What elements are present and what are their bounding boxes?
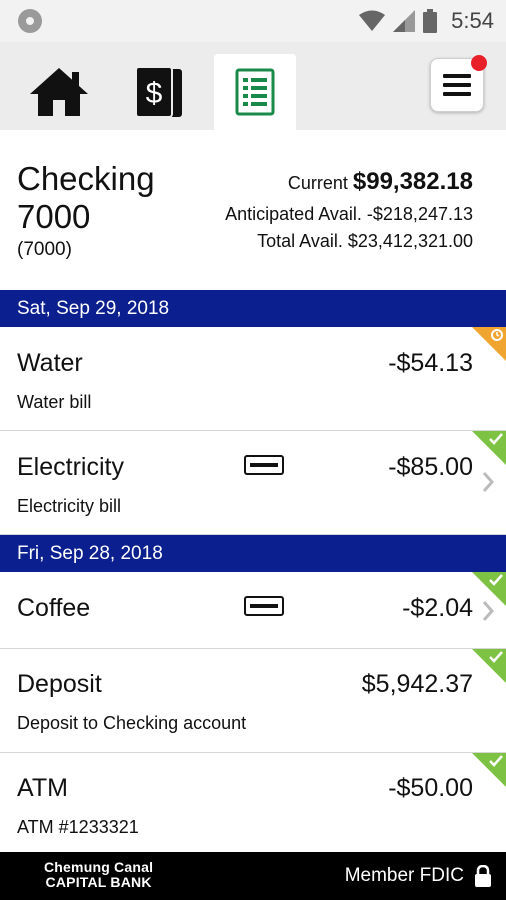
current-balance-value: $99,382.18 — [352, 168, 473, 195]
check-icon — [489, 433, 503, 445]
status-bar: 5:54 — [0, 0, 506, 42]
transaction-amount: -$85.00 — [388, 453, 473, 481]
tab-money[interactable]: $ — [118, 54, 200, 130]
notification-dot-icon — [18, 9, 42, 33]
current-balance: Current $99,382.18 — [288, 168, 473, 196]
bank-name-line1: Chemung Canal — [44, 859, 154, 875]
card-icon — [244, 455, 284, 475]
register-icon — [235, 68, 275, 116]
wifi-icon — [359, 10, 386, 31]
footer: Chemung Canal CAPITAL BANK Member FDIC — [0, 852, 506, 900]
date-header: Fri, Sep 28, 2018 — [0, 535, 506, 572]
home-icon — [30, 68, 88, 116]
svg-text:$: $ — [146, 77, 163, 110]
account-name: Checking 7000 — [17, 160, 155, 235]
transaction-amount: -$54.13 — [388, 349, 473, 377]
transaction-row[interactable]: Electricity Electricity bill -$85.00 — [0, 431, 506, 535]
money-icon: $ — [135, 66, 182, 118]
transaction-name: Water — [17, 349, 83, 377]
menu-button[interactable] — [430, 55, 487, 112]
anticipated-balance: Anticipated Avail. -$218,247.13 — [225, 204, 473, 224]
tab-bar: $ — [0, 42, 506, 130]
transaction-row[interactable]: Water Water bill -$54.13 — [0, 327, 506, 431]
account-summary: Checking 7000 (7000) Current $99,382.18 … — [0, 130, 506, 290]
transaction-name: ATM — [17, 774, 68, 802]
tab-home[interactable] — [18, 54, 100, 130]
chevron-right-icon[interactable] — [482, 471, 494, 493]
hamburger-icon — [443, 74, 471, 96]
transaction-name: Deposit — [17, 670, 102, 698]
check-icon — [489, 651, 503, 663]
total-balance: Total Avail. $23,412,321.00 — [257, 231, 473, 251]
transaction-amount: $5,942.37 — [361, 670, 473, 698]
bank-logo: Chemung Canal CAPITAL BANK — [44, 860, 153, 890]
account-number: (7000) — [17, 239, 72, 260]
transaction-description: Electricity bill — [17, 496, 122, 516]
check-icon — [489, 755, 503, 767]
transaction-row[interactable]: ATM ATM #1233321 -$50.00 — [0, 753, 506, 852]
status-icons: 5:54 — [359, 6, 494, 36]
card-icon — [244, 596, 284, 616]
bank-name-line2: CAPITAL BANK — [45, 874, 152, 890]
transaction-name: Electricity — [17, 453, 124, 481]
notification-badge — [471, 55, 487, 71]
battery-icon — [423, 9, 438, 33]
transaction-description: ATM #1233321 — [17, 817, 139, 837]
signal-icon — [393, 10, 416, 32]
transaction-amount: -$50.00 — [388, 774, 473, 802]
transaction-row[interactable]: Coffee -$2.04 — [0, 572, 506, 649]
transaction-name: Coffee — [17, 594, 91, 622]
tab-register[interactable] — [214, 54, 296, 130]
status-time: 5:54 — [451, 8, 494, 33]
lock-icon — [475, 865, 491, 887]
transaction-amount: -$2.04 — [402, 594, 473, 622]
date-header: Sat, Sep 29, 2018 — [0, 290, 506, 327]
transaction-row[interactable]: Deposit Deposit to Checking account $5,9… — [0, 649, 506, 753]
check-icon — [489, 574, 503, 586]
fdic-label: Member FDIC — [344, 865, 464, 886]
clock-icon — [491, 329, 503, 341]
current-balance-label: Current — [287, 173, 348, 193]
transaction-description: Water bill — [17, 392, 92, 412]
transaction-description: Deposit to Checking account — [17, 713, 247, 733]
